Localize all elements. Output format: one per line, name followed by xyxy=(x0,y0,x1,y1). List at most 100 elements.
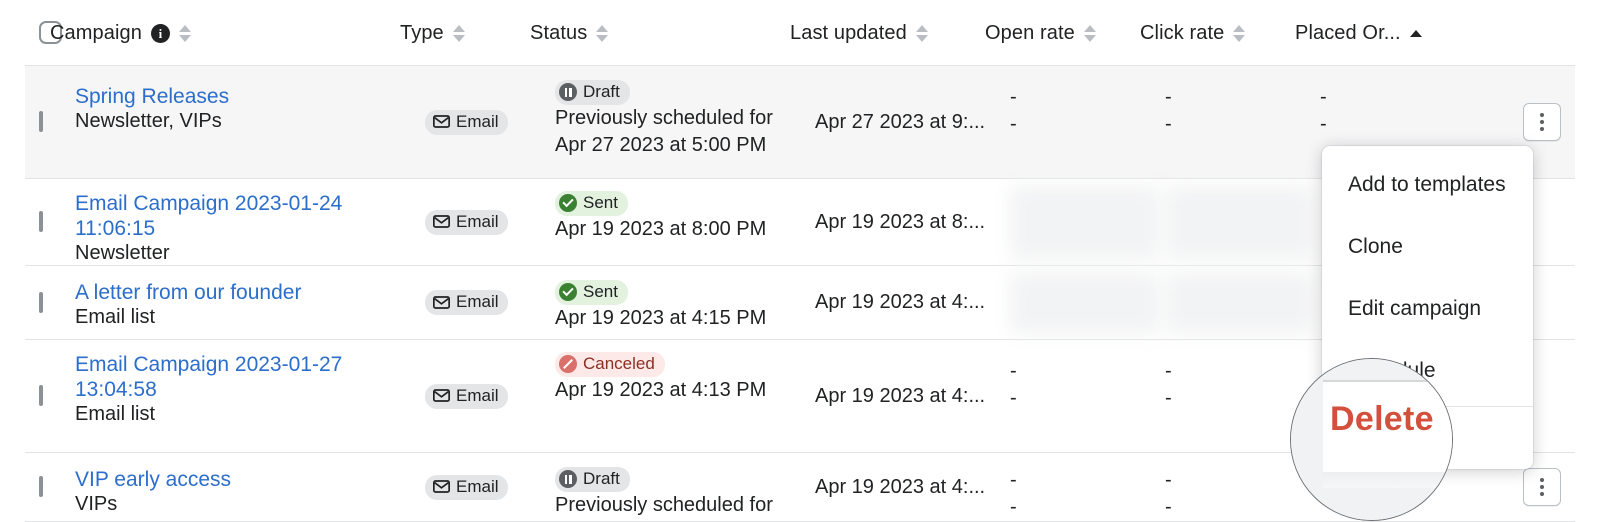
type-badge-label: Email xyxy=(456,292,499,311)
status-badge-label: Draft xyxy=(583,82,620,101)
click-rate-cell: -- xyxy=(1165,66,1315,138)
status-cell: Sent Apr 19 2023 at 8:00 PM xyxy=(555,179,810,243)
status-badge-label: Sent xyxy=(583,193,618,212)
status-badge-label: Canceled xyxy=(583,354,655,373)
envelope-icon xyxy=(433,295,450,309)
status-note-line-1: Previously scheduled for xyxy=(555,107,773,129)
status-cell: Canceled Apr 19 2023 at 4:13 PM xyxy=(555,340,810,404)
type-badge: Email xyxy=(425,209,508,235)
metric-value-line-1: - xyxy=(1010,469,1017,491)
column-header-type[interactable]: Type xyxy=(400,0,465,66)
campaign-subtitle: Newsletter, VIPs xyxy=(75,110,222,132)
last-updated-cell: Apr 27 2023 at 9:... xyxy=(815,66,1000,178)
type-cell: Email xyxy=(425,179,550,265)
checkbox-box xyxy=(39,291,43,313)
last-updated-value: Apr 19 2023 at 4:... xyxy=(815,475,986,498)
column-header-campaign[interactable]: Campaign i xyxy=(50,0,191,66)
menu-item-label: Clone xyxy=(1348,235,1403,258)
column-header-last_updated[interactable]: Last updated xyxy=(790,0,928,66)
menu-item-edit-campaign[interactable]: Edit campaign xyxy=(1322,278,1533,340)
pause-icon xyxy=(559,470,577,488)
campaign-name-link[interactable]: VIP early access xyxy=(75,467,425,492)
sort-toggle-icon[interactable] xyxy=(1083,24,1096,42)
redacted-click-rate xyxy=(1165,272,1315,334)
campaign-name-link[interactable]: Email Campaign 2023-01-24 11:06:15 xyxy=(75,191,425,241)
last-updated-value: Apr 19 2023 at 8:... xyxy=(815,210,986,233)
row-select-checkbox[interactable] xyxy=(39,476,43,497)
type-cell: Email xyxy=(425,340,550,452)
type-badge-label: Email xyxy=(456,111,499,131)
campaign-name-link[interactable]: A letter from our founder xyxy=(75,280,425,305)
row-select-checkbox[interactable] xyxy=(39,385,43,406)
menu-item-label: Edit campaign xyxy=(1348,297,1482,320)
envelope-icon xyxy=(433,115,450,128)
status-badge: Sent xyxy=(555,280,628,305)
status-note-line-1: Apr 19 2023 at 8:00 PM xyxy=(555,218,767,240)
magnifier-panel-shadow xyxy=(1323,472,1452,488)
kebab-dot xyxy=(1540,485,1544,489)
column-header-status[interactable]: Status xyxy=(530,0,609,66)
metric-value-line-1: - xyxy=(1320,86,1327,108)
checkbox-box xyxy=(39,476,43,497)
envelope-icon xyxy=(433,389,450,402)
redacted-click-rate xyxy=(1165,185,1315,260)
type-cell: Email xyxy=(425,453,550,521)
menu-item-add-to-templates[interactable]: Add to templates xyxy=(1322,154,1533,216)
row-actions-kebab-button[interactable] xyxy=(1523,103,1561,141)
status-cell: Draft Previously scheduled for Apr 27 2023… xyxy=(555,66,810,159)
row-select-checkbox[interactable] xyxy=(39,291,43,313)
column-header-label: Last updated xyxy=(790,21,907,44)
checkbox-box xyxy=(39,111,43,132)
last-updated-value: Apr 19 2023 at 4:... xyxy=(815,384,986,407)
status-note-line-1: Previously scheduled for xyxy=(555,494,773,516)
type-badge: Email xyxy=(425,383,508,409)
magnifier-lens: Delete xyxy=(1290,358,1453,521)
campaign-subtitle: Email list xyxy=(75,306,156,328)
last-updated-cell: Apr 19 2023 at 4:... xyxy=(815,453,1000,521)
column-header-label: Placed Or... xyxy=(1295,21,1401,44)
column-header-label: Campaign xyxy=(50,21,142,44)
metric-value-line-2: - xyxy=(1010,113,1017,135)
cancel-icon xyxy=(559,355,577,373)
metric-value-line-2: - xyxy=(1010,496,1017,518)
last-updated-cell: Apr 19 2023 at 4:... xyxy=(815,266,1000,339)
kebab-dot xyxy=(1540,113,1544,117)
status-badge-label: Draft xyxy=(583,469,620,488)
sort-toggle-icon[interactable] xyxy=(915,24,928,42)
campaign-subtitle: VIPs xyxy=(75,493,118,515)
pause-icon xyxy=(559,83,577,101)
column-header-label: Type xyxy=(400,21,444,44)
info-icon[interactable]: i xyxy=(150,23,170,43)
sort-toggle-icon[interactable] xyxy=(596,24,609,42)
open-rate-cell: -- xyxy=(1010,66,1160,138)
envelope-icon xyxy=(433,480,450,493)
campaign-name-link[interactable]: Spring Releases xyxy=(75,84,425,109)
column-header-placed_orders[interactable]: Placed Or... xyxy=(1295,0,1422,66)
sort-toggle-icon[interactable] xyxy=(178,24,191,42)
menu-item-clone[interactable]: Clone xyxy=(1322,216,1533,278)
row-select-checkbox[interactable] xyxy=(39,111,43,132)
type-cell: Email xyxy=(425,66,550,178)
kebab-dot xyxy=(1540,478,1544,482)
placed-orders-cell: -- xyxy=(1320,66,1460,138)
menu-item-label: Add to templates xyxy=(1348,173,1506,196)
table-header-row: Campaign i Type Status Last updated Open rate… xyxy=(25,0,1575,66)
last-updated-cell: Apr 19 2023 at 4:... xyxy=(815,340,1000,452)
sort-toggle-icon[interactable] xyxy=(452,24,465,42)
metric-value-line-2: - xyxy=(1165,113,1172,135)
check-circle-icon xyxy=(559,194,577,212)
column-header-click_rate[interactable]: Click rate xyxy=(1140,0,1246,66)
row-select-checkbox[interactable] xyxy=(39,211,43,232)
campaign-name-link[interactable]: Email Campaign 2023-01-27 13:04:58 xyxy=(75,352,425,402)
type-badge-label: Email xyxy=(456,385,499,405)
status-badge: Draft xyxy=(555,467,630,492)
status-cell: Draft Previously scheduled for xyxy=(555,453,810,519)
campaign-cell: Spring Releases Newsletter, VIPs xyxy=(75,66,425,134)
metric-value-line-2: - xyxy=(1320,113,1327,135)
sort-toggle-icon[interactable] xyxy=(1233,24,1246,42)
sort-ascending-icon[interactable] xyxy=(1409,29,1422,37)
column-header-open_rate[interactable]: Open rate xyxy=(985,0,1096,66)
open-rate-cell: -- xyxy=(1010,453,1160,521)
row-actions-kebab-button[interactable] xyxy=(1523,468,1561,506)
column-header-label: Open rate xyxy=(985,21,1075,44)
